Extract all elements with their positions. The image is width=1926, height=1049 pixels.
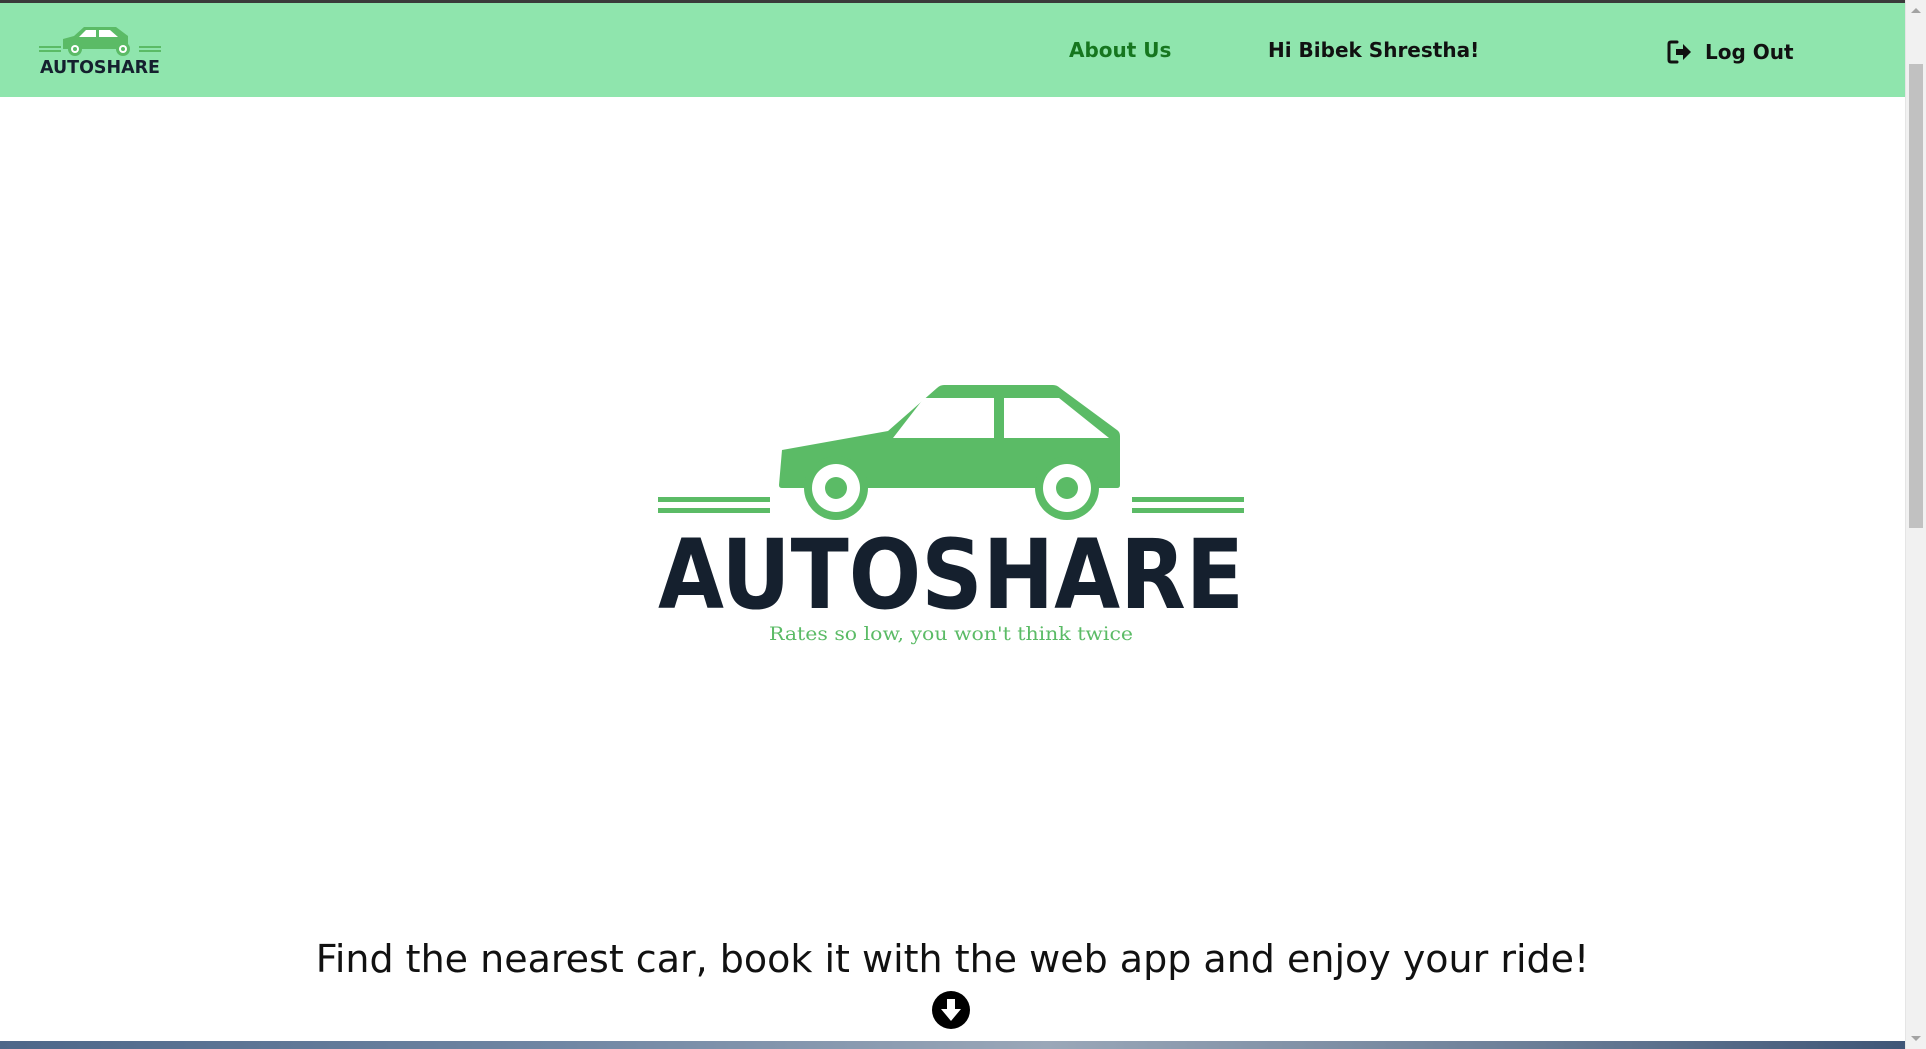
user-greeting: Hi Bibek Shrestha!	[1268, 38, 1480, 62]
sign-out-icon	[1667, 39, 1693, 65]
logout-label: Log Out	[1705, 40, 1794, 64]
hero-tagline: Rates so low, you won't think twice	[769, 623, 1133, 645]
logout-button[interactable]: Log Out	[1667, 37, 1794, 67]
next-section-edge	[0, 1041, 1905, 1049]
hero-logo: AUTOSHARE Rates so low, you won't think …	[656, 384, 1246, 646]
hero-headline: Find the nearest car, book it with the w…	[315, 937, 1590, 981]
logo-small-text: AUTOSHARE	[40, 57, 160, 77]
scroll-down-button[interactable]	[932, 991, 970, 1029]
scroll-up-arrow-icon[interactable]	[1911, 8, 1921, 13]
about-us-link[interactable]: About Us	[1069, 38, 1171, 62]
scrollbar-thumb[interactable]	[1909, 64, 1923, 528]
autoshare-logo-large: AUTOSHARE Rates so low, you won't think …	[658, 385, 1244, 645]
page-scrollbar[interactable]	[1905, 0, 1926, 1049]
arrow-circle-down-icon	[932, 991, 970, 1029]
autoshare-logo-small: AUTOSHARE	[39, 27, 161, 78]
nav-logo[interactable]: AUTOSHARE	[38, 21, 162, 78]
navbar: AUTOSHARE About Us Hi Bibek Shrestha! Lo…	[0, 3, 1905, 97]
hero-brand-name: AUTOSHARE	[658, 519, 1244, 631]
scroll-down-arrow-icon[interactable]	[1911, 1036, 1921, 1041]
page: AUTOSHARE About Us Hi Bibek Shrestha! Lo…	[0, 0, 1926, 1049]
